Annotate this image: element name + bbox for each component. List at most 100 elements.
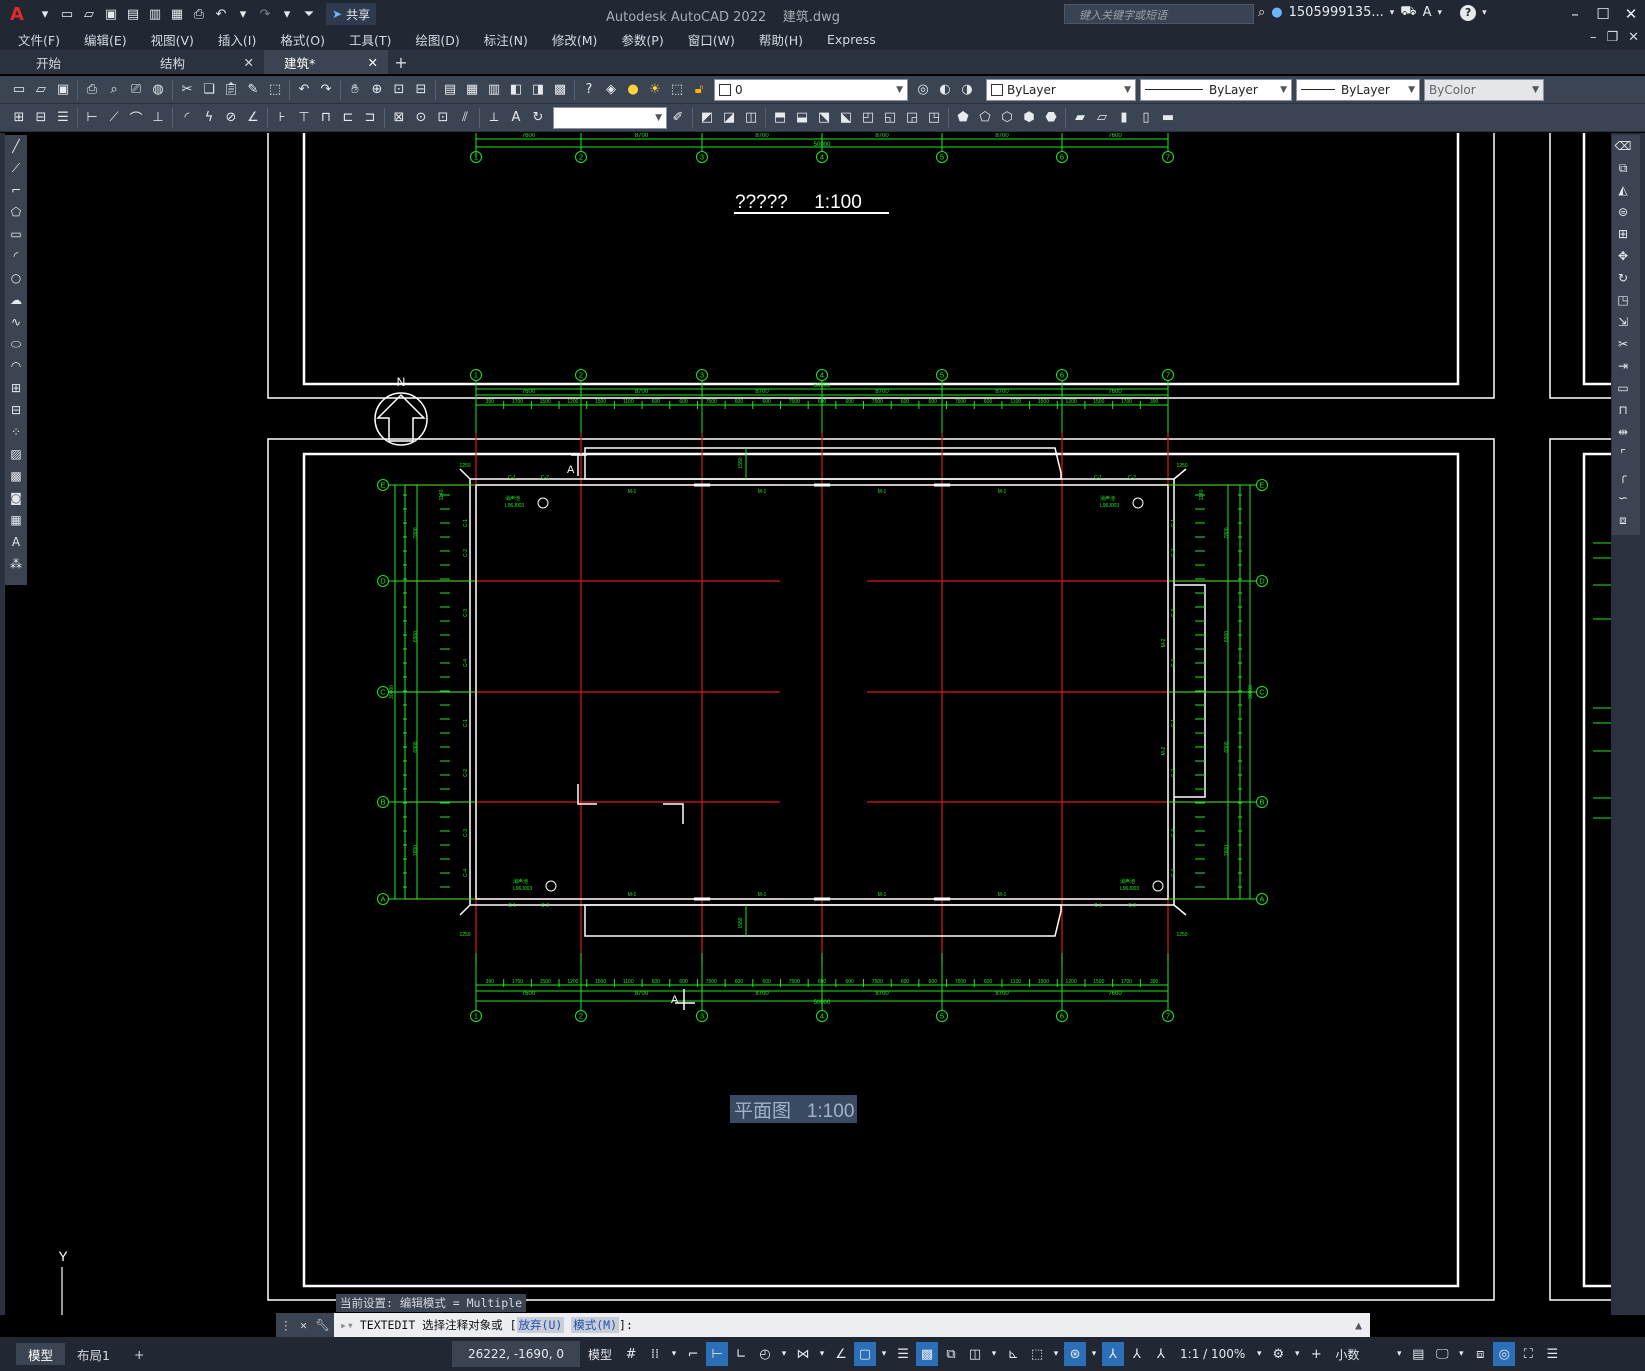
offset-icon[interactable]: ⊜ [1612, 201, 1634, 223]
clean-screen-icon[interactable]: ⛶ [1517, 1342, 1539, 1366]
help-dropdown-icon[interactable]: ▾ [1482, 8, 1487, 18]
dimension-text-edit-icon[interactable]: A [505, 107, 527, 129]
region-icon[interactable]: ◙ [5, 487, 27, 509]
scale-readout[interactable]: 1:1 / 100% [1174, 1347, 1251, 1361]
redo-icon[interactable]: ↷ [254, 3, 276, 25]
cart-icon[interactable]: ⛟ [1400, 4, 1416, 21]
polar-icon[interactable]: ◴ [754, 1342, 776, 1366]
block-editor-icon[interactable]: ⬚ [264, 79, 286, 101]
snap-dropdown-icon[interactable]: ▾ [668, 1342, 680, 1366]
fillet-icon[interactable]: ╭ [1612, 465, 1634, 487]
3d-osnap-icon[interactable]: ◫ [964, 1342, 986, 1366]
angular-dimension-icon[interactable]: ∠ [242, 107, 264, 129]
autodesk-a360-icon[interactable]: A [1423, 5, 1432, 20]
add-selected-icon[interactable]: ⁂ [5, 553, 27, 575]
clean-icon[interactable]: ⬠ [974, 107, 996, 129]
undo-dropdown-icon[interactable]: ▾ [232, 3, 254, 25]
filter-dropdown-icon[interactable]: ▾ [1050, 1342, 1062, 1366]
match-properties-icon[interactable]: ✎ [242, 79, 264, 101]
command-recent-icon[interactable]: ▸▾ [334, 1318, 360, 1332]
publish-icon[interactable]: ⎚ [125, 79, 147, 101]
imprint-icon[interactable]: ⬟ [952, 107, 974, 129]
hatch-icon[interactable]: ▨ [5, 443, 27, 465]
hardware-acceleration-icon[interactable]: ◎ [1493, 1342, 1516, 1366]
menu-dimension[interactable]: 标注(N) [484, 30, 528, 49]
osnap-dropdown-icon[interactable]: ▾ [878, 1342, 890, 1366]
transparency-icon[interactable]: ▩ [916, 1342, 939, 1366]
menu-tools[interactable]: 工具(T) [349, 30, 391, 49]
construction-line-icon[interactable]: ⟋ [5, 157, 27, 179]
coordinate-readout[interactable]: 26222, -1690, 0 [452, 1341, 580, 1367]
selection-cycling-icon[interactable]: ⧉ [940, 1342, 962, 1366]
main-caption[interactable]: 平面图 1:100 [734, 1101, 854, 1122]
layer-properties-icon[interactable]: ◈ [600, 79, 622, 101]
lock-ui-icon[interactable]: 🖵︎ [1431, 1342, 1453, 1366]
jogged-dimension-icon[interactable]: ϟ [198, 107, 220, 129]
multiline-text-icon[interactable]: A [5, 531, 27, 553]
new-icon[interactable]: ▭ [8, 79, 30, 101]
drawing-svg[interactable]: 5000011760076002287008700338700870044870… [5, 133, 1611, 1315]
user-dropdown-icon[interactable]: ▾ [1390, 8, 1395, 18]
user-account[interactable]: 1505999135... [1289, 5, 1384, 20]
blend-curves-icon[interactable]: ∽ [1612, 487, 1634, 509]
properties-icon[interactable]: ▤ [439, 79, 461, 101]
tool-palettes-icon[interactable]: ▥ [483, 79, 505, 101]
loft-icon[interactable]: ▯ [1135, 107, 1157, 129]
tab-start[interactable]: 开始 [16, 50, 140, 74]
continue-dimension-icon[interactable]: ⊓ [315, 107, 337, 129]
isodraft-icon[interactable]: ⋈ [792, 1342, 814, 1366]
offset-faces-icon[interactable]: ⬔ [813, 107, 835, 129]
arc-icon[interactable]: ◜ [5, 245, 27, 267]
chamfer-icon[interactable]: ⌜ [1612, 443, 1634, 465]
quick-dimension-icon[interactable]: ⊦ [271, 107, 293, 129]
object-snap-icon[interactable]: ▢ [854, 1342, 877, 1366]
point-icon[interactable]: ⁘ [5, 421, 27, 443]
extend-icon[interactable]: ⇥ [1612, 355, 1634, 377]
plot-preview-icon[interactable]: ⌕ [103, 79, 125, 101]
tolerance-icon[interactable]: ⊠ [388, 107, 410, 129]
tab-model[interactable]: 模型 [16, 1343, 66, 1365]
doc-close-icon[interactable]: ✕ [1628, 30, 1639, 45]
workspace-gear-icon[interactable]: ⚙ [1267, 1342, 1289, 1366]
selection-filter-icon[interactable]: ⬚ [1026, 1342, 1048, 1366]
option-undo[interactable]: 放弃(U) [516, 1317, 565, 1333]
sheet-set-icon[interactable]: ◧ [505, 79, 527, 101]
extrude-faces-icon[interactable]: ⬒ [769, 107, 791, 129]
command-history-expand-icon[interactable]: ▲ [1355, 1318, 1370, 1332]
rectangle-icon[interactable]: ▭ [5, 223, 27, 245]
spline-icon[interactable]: ∿ [5, 311, 27, 333]
quick-properties-icon[interactable]: ▤ [1407, 1342, 1429, 1366]
menu-modify[interactable]: 修改(M) [552, 30, 598, 49]
undo-icon[interactable]: ↶ [293, 79, 315, 101]
copy-faces-icon[interactable]: ◲ [901, 107, 923, 129]
search-input[interactable]: 键入关键字或短语 [1064, 4, 1254, 24]
search-icon[interactable]: ⌕ [1258, 5, 1265, 20]
revision-cloud-icon[interactable]: ☁ [5, 289, 27, 311]
make-block-icon[interactable]: ⊟ [30, 107, 52, 129]
trim-icon[interactable]: ✂ [1612, 333, 1634, 355]
publish-icon[interactable]: ▥ [144, 3, 166, 25]
menu-parametric[interactable]: 参数(P) [621, 30, 663, 49]
ordinate-dimension-icon[interactable]: ⊥ [147, 107, 169, 129]
join-icon[interactable]: ⇹ [1612, 421, 1634, 443]
annotation-scale-icon[interactable]: ⅄ [1150, 1342, 1172, 1366]
tab-close-icon[interactable]: ✕ [244, 55, 254, 70]
center-mark-icon[interactable]: ⊙ [410, 107, 432, 129]
maximize-icon[interactable]: ☐ [1589, 0, 1617, 28]
taper-faces-icon[interactable]: ◱ [879, 107, 901, 129]
dimension-break-icon[interactable]: ⊐ [359, 107, 381, 129]
layer-unlock-icon[interactable]: 🔓︎ [688, 79, 710, 101]
explode-icon[interactable]: ⧈ [1612, 509, 1634, 531]
polyline-icon[interactable]: ⌐ [5, 179, 27, 201]
baseline-dimension-icon[interactable]: ⊤ [293, 107, 315, 129]
menu-file[interactable]: 文件(F) [18, 30, 60, 49]
presspull-icon[interactable]: ▬ [1157, 107, 1179, 129]
command-customize-icon[interactable]: 🔧︎ [315, 1318, 330, 1332]
workspace-dropdown-icon[interactable]: ▾ [1291, 1342, 1303, 1366]
rotate-faces-icon[interactable]: ◰ [857, 107, 879, 129]
check-icon[interactable]: ⬣ [1040, 107, 1062, 129]
linetype-select[interactable]: ByLayer ▼ [1140, 78, 1292, 101]
rotate-icon[interactable]: ↻ [1612, 267, 1634, 289]
menu-insert[interactable]: 插入(I) [218, 30, 256, 49]
break-at-point-icon[interactable]: ▭ [1612, 377, 1634, 399]
